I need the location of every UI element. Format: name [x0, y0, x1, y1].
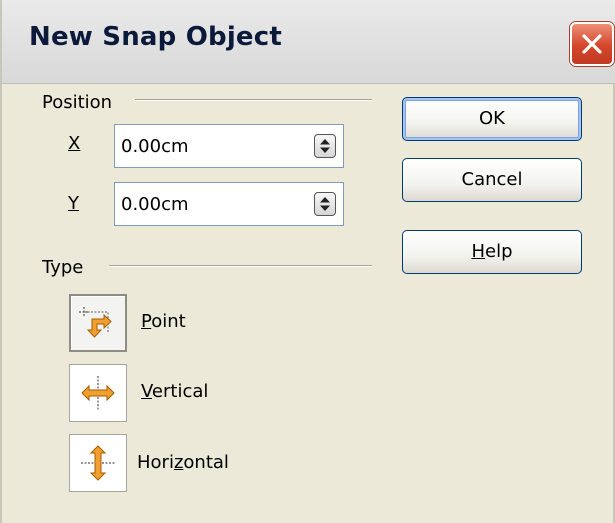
x-spin-button[interactable] [314, 134, 336, 158]
horizontal-type-button[interactable] [69, 434, 127, 492]
title-bar[interactable]: New Snap Object [2, 0, 615, 84]
horizontal-mnemonic: z [173, 452, 184, 473]
help-button[interactable]: Help [402, 230, 582, 274]
snap-vertical-icon [81, 376, 115, 410]
position-group-divider [135, 99, 372, 101]
spin-arrows-icon [320, 197, 330, 211]
vertical-type-button[interactable] [69, 364, 127, 422]
y-input[interactable] [121, 191, 291, 217]
point-type-label: Point [141, 311, 186, 332]
help-mnemonic: H [471, 241, 486, 262]
type-group-label: Type [42, 257, 84, 278]
spin-arrows-icon [320, 139, 330, 153]
cancel-button[interactable]: Cancel [402, 158, 582, 202]
horizontal-label-rest: ontal [183, 452, 229, 473]
y-spin-button[interactable] [314, 192, 336, 216]
point-type-button[interactable] [69, 294, 127, 352]
type-group-divider [109, 265, 372, 267]
horizontal-type-label: Horizontal [137, 452, 229, 473]
x-label: X [68, 133, 81, 154]
close-button[interactable] [570, 22, 614, 66]
close-icon [582, 34, 602, 54]
horizontal-label-pre: Hori [137, 452, 174, 473]
vertical-label-rest: ertical [151, 381, 209, 402]
ok-button[interactable]: OK [402, 97, 582, 141]
point-mnemonic: P [141, 311, 152, 332]
snap-point-icon [79, 307, 112, 338]
point-label-rest: oint [151, 311, 186, 332]
new-snap-object-dialog: New Snap Object Position X Y OK Can [0, 0, 615, 523]
snap-horizontal-icon [81, 445, 115, 481]
dialog-title: New Snap Object [29, 22, 283, 52]
x-spin-field[interactable] [114, 124, 344, 168]
y-label: Y [68, 193, 79, 214]
position-group-label: Position [42, 92, 113, 113]
x-input[interactable] [121, 133, 291, 159]
vertical-mnemonic: V [141, 381, 152, 402]
vertical-type-label: Vertical [141, 381, 208, 402]
help-label-rest: elp [485, 241, 513, 262]
y-spin-field[interactable] [114, 182, 344, 226]
